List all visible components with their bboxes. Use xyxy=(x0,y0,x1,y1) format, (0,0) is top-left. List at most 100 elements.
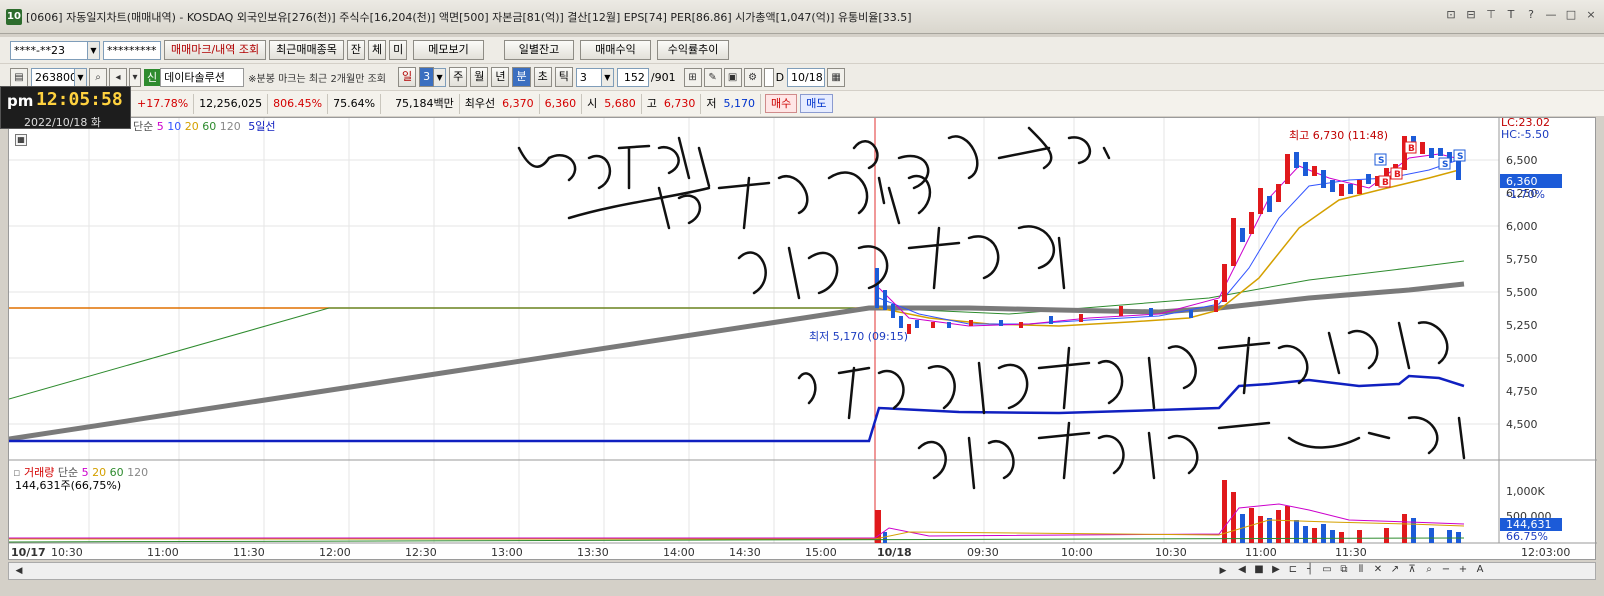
calendar-icon[interactable]: ▦ xyxy=(827,67,846,87)
time-tick: 13:00 xyxy=(491,546,523,559)
period-year-button[interactable]: 년 xyxy=(491,67,510,87)
legend-ma10[interactable]: 10 xyxy=(167,120,181,133)
clock-widget: pm 12:05:58 2022/10/18 화 xyxy=(0,86,131,129)
account-dropdown-icon[interactable]: ▼ xyxy=(88,40,100,60)
daily-balance-button[interactable]: 일별잔고 xyxy=(503,40,575,60)
price-tick: 5,750 xyxy=(1506,253,1538,266)
legend-ma20[interactable]: 20 xyxy=(185,120,199,133)
time-tick: 09:30 xyxy=(967,546,999,559)
layout-icon[interactable]: ▭ xyxy=(1320,564,1334,575)
sell-button[interactable]: 매도 xyxy=(800,94,833,113)
search-icon[interactable]: ⌕ xyxy=(89,67,107,87)
zoom-in-icon[interactable]: + xyxy=(1456,564,1470,575)
slider-icon[interactable]: ┤ xyxy=(1303,564,1317,575)
day-label: 10/17 xyxy=(11,546,46,559)
draw-tool-icon[interactable]: ✎ xyxy=(703,67,722,87)
date-field[interactable]: 10/18 xyxy=(787,67,826,87)
gear-icon[interactable]: ⚙ xyxy=(743,67,762,87)
copy-icon[interactable]: ⧉ xyxy=(1337,564,1351,575)
buy-button[interactable]: 매수 xyxy=(765,94,798,113)
scroll-left-icon[interactable]: ◀ xyxy=(11,563,27,579)
speaker-icon[interactable]: ◂ xyxy=(109,67,127,87)
chart-settings-icon[interactable]: ▦ xyxy=(15,134,27,146)
period-week-button[interactable]: 주 xyxy=(449,67,468,87)
restore-icon[interactable]: ⊡ xyxy=(1444,8,1458,22)
handwriting-stroke xyxy=(517,136,711,190)
profit-trend-button[interactable]: 수익률추이 xyxy=(656,40,730,60)
sell-mark: S xyxy=(1453,149,1466,162)
split-icon[interactable]: ⫴ xyxy=(1354,564,1368,575)
current-rate-label: -1.70% xyxy=(1506,188,1545,201)
stock-code-field[interactable]: 263800 xyxy=(31,67,75,87)
memo-button[interactable]: 메모보기 xyxy=(413,40,484,60)
pin-icon[interactable]: ⊤ xyxy=(1484,8,1498,22)
open-price: 5,680 xyxy=(599,93,642,114)
account-field[interactable]: ****-**23 xyxy=(10,40,88,60)
crosshair-icon[interactable]: ✕ xyxy=(1371,564,1385,575)
price-axis-labels: 6,500 6,250 6,000 5,750 5,500 5,250 5,00… xyxy=(1506,154,1552,523)
candles xyxy=(875,136,1461,334)
close-icon[interactable]: × xyxy=(1584,8,1598,22)
zoom-icon[interactable]: ⌕ xyxy=(1422,564,1436,575)
trend-icon[interactable]: ↗ xyxy=(1388,564,1402,575)
volume-bar xyxy=(1339,532,1344,543)
period-month-button[interactable]: 월 xyxy=(470,67,489,87)
tile-icon[interactable]: ⊟ xyxy=(1464,8,1478,22)
volume-bar xyxy=(1267,518,1272,543)
speaker-dropdown-icon[interactable]: ▾ xyxy=(129,67,141,87)
overlay-icon[interactable]: ⊞ xyxy=(683,67,702,87)
period-day-button[interactable]: 일 xyxy=(397,67,417,87)
candle xyxy=(875,268,879,308)
candle xyxy=(1231,218,1236,266)
chart-scrollbar[interactable]: ◀ ▶ ◀ ■ ▶ ⊏ ┤ ▭ ⧉ ⫴ ✕ ↗ ⊼ ⌕ − + A xyxy=(8,562,1596,580)
period-minute-button[interactable]: 분 xyxy=(512,67,531,87)
period-day-dropdown-icon[interactable]: ▼ xyxy=(434,67,447,87)
price-tick: 5,250 xyxy=(1506,319,1538,332)
font-size-icon[interactable]: A xyxy=(1473,564,1487,575)
stock-code-dropdown-icon[interactable]: ▼ xyxy=(75,67,87,87)
bar-count-field[interactable]: 152 xyxy=(616,67,649,87)
executed-button[interactable]: 체 xyxy=(368,40,387,60)
time-tick: 14:00 xyxy=(663,546,695,559)
zoom-out-icon[interactable]: − xyxy=(1439,564,1453,575)
period-second-button[interactable]: 초 xyxy=(533,67,552,87)
legend-ma60[interactable]: 60 xyxy=(202,120,216,133)
low-label: 저 xyxy=(706,96,717,110)
font-icon[interactable]: T xyxy=(1504,8,1518,22)
password-field[interactable]: ********* xyxy=(103,40,161,60)
volume-bar xyxy=(1294,520,1299,543)
volume-value: 144,631주(66,75%) xyxy=(15,479,122,492)
legend-ma120[interactable]: 120 xyxy=(220,120,241,133)
step-back-icon[interactable]: ◀ xyxy=(1235,564,1249,575)
range-icon[interactable]: ⊏ xyxy=(1286,564,1300,575)
recent-trades-button[interactable]: 최근매매종목 xyxy=(269,40,344,60)
legend-5day[interactable]: 5일선 xyxy=(248,120,275,133)
scroll-right-icon[interactable]: ▶ xyxy=(1215,563,1231,579)
play-icon[interactable]: ▶ xyxy=(1269,564,1283,575)
trade-profit-button[interactable]: 매매수익 xyxy=(580,40,651,60)
chart-type-icon[interactable]: ▤ xyxy=(10,67,28,87)
interval-dropdown-icon[interactable]: ▼ xyxy=(601,67,614,87)
volume-bar xyxy=(1447,530,1452,543)
measure-icon[interactable]: ⊼ xyxy=(1405,564,1419,575)
mark-query-button[interactable]: 매매마크/내역 조회 xyxy=(164,40,267,60)
save-icon[interactable]: ▣ xyxy=(723,67,742,87)
candle xyxy=(1079,314,1083,322)
buy-mark: B xyxy=(1390,167,1403,180)
stop-icon[interactable]: ■ xyxy=(1252,564,1266,575)
volume-legend-ma120[interactable]: 120 xyxy=(127,466,148,479)
sell-mark-label: S xyxy=(1457,152,1463,162)
maximize-icon[interactable]: □ xyxy=(1564,8,1578,22)
help-icon[interactable]: ? xyxy=(1524,8,1538,22)
chart-canvas: S B B B S S 최고 6,730 (11:48) 최저 5,170 (0… xyxy=(9,118,1597,559)
unexecuted-button[interactable]: 미 xyxy=(389,40,408,60)
balance-button[interactable]: 잔 xyxy=(346,40,366,60)
volume: 12,256,025 xyxy=(194,93,269,114)
legend-ma5[interactable]: 5 xyxy=(157,120,164,133)
period-day-count[interactable]: 3 xyxy=(419,67,435,87)
chart-area[interactable]: S B B B S S 최고 6,730 (11:48) 최저 5,170 (0… xyxy=(8,117,1597,560)
minimize-icon[interactable]: — xyxy=(1544,8,1558,22)
date-checkbox[interactable] xyxy=(763,67,774,87)
interval-field[interactable]: 3 xyxy=(575,67,602,87)
period-tick-button[interactable]: 틱 xyxy=(554,67,573,87)
